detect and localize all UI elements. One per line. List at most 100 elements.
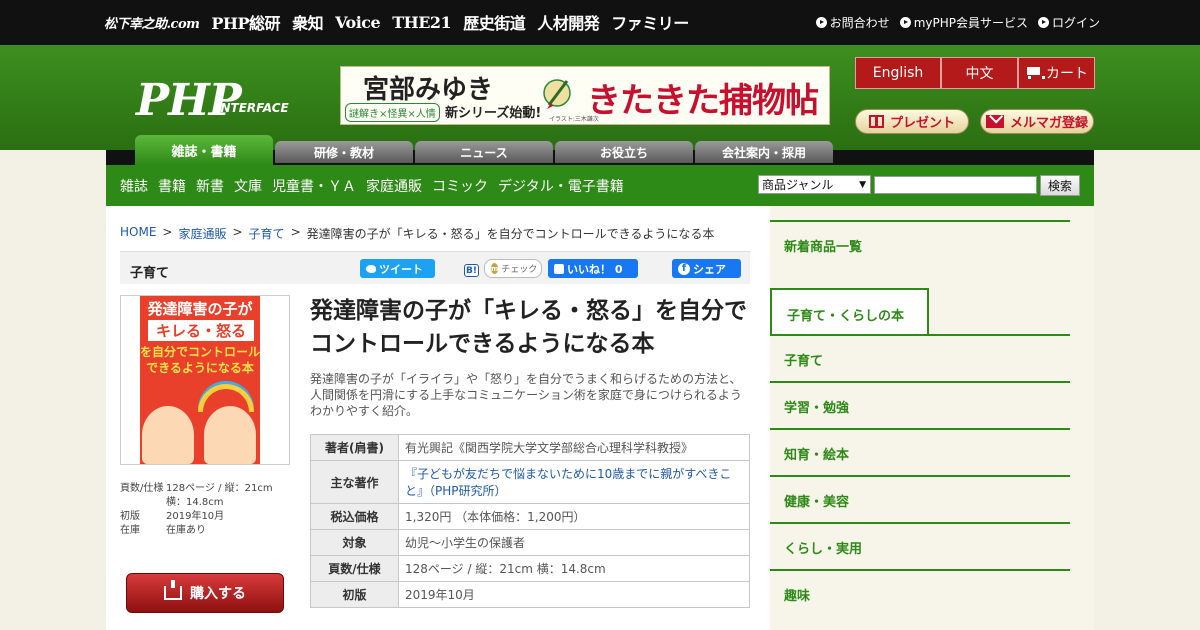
- english-button[interactable]: English: [855, 57, 941, 89]
- top-bar: 松下幸之助.com PHP総研 衆知 Voice THE21 歴史街道 人材開発…: [0, 0, 1200, 45]
- book-spec-table: 著者(肩書) 有光興記《関西学院大学文学部総合心理科学科教授》 主な著作 『子どもが…: [310, 434, 750, 608]
- facebook-like-button[interactable]: いいね！ 0: [548, 259, 638, 278]
- meta-pages: 頁数/仕様 128ページ / 縦：21cm 横：14.8cm: [120, 483, 273, 508]
- search-input[interactable]: [874, 176, 1037, 194]
- brand-link-php-soken[interactable]: PHP総研: [211, 10, 280, 34]
- subnav-books[interactable]: 書籍: [158, 176, 186, 196]
- cart-button[interactable]: カート: [1018, 57, 1095, 89]
- facebook-icon: f: [678, 262, 690, 275]
- meta-stock: 在庫 在庫あり: [120, 525, 206, 536]
- brand-link-jinzai[interactable]: 人材開発: [537, 10, 600, 34]
- tab-magazines-books[interactable]: 雑誌・書籍: [135, 135, 273, 165]
- subnav-children[interactable]: 児童書・ＹＡ: [272, 176, 356, 196]
- tab-news[interactable]: ニュース: [415, 141, 553, 163]
- contact-link[interactable]: お問合わせ: [815, 14, 890, 31]
- mailmag-button[interactable]: メルマガ登録: [980, 109, 1094, 134]
- main-page: 雑誌 書籍 新書 文庫 児童書・ＹＡ 家庭通販 コミック デジタル・電子書籍 商…: [106, 150, 1094, 630]
- logo-subtitle: INTERFACE: [216, 101, 289, 115]
- banner-author: 宮部みゆき: [363, 75, 494, 105]
- sidebar-parenting[interactable]: 子育て: [770, 334, 1070, 383]
- arrow-circle-icon: [815, 17, 827, 28]
- download-tray-icon: [164, 580, 182, 600]
- main-work-link[interactable]: 『子どもが友だちで悩まないために10歳までに親がすべきこと』（PHP研究所）: [405, 467, 731, 498]
- breadcrumb-home-shopping[interactable]: 家庭通販: [178, 225, 226, 242]
- category-bar: 子育て ツイート B! m チェック いいね！ 0 f シェア: [120, 251, 750, 284]
- meta-first-edition: 初版 2019年10月: [120, 511, 225, 522]
- brand-link-voice[interactable]: Voice: [335, 13, 381, 32]
- hatena-bookmark-button[interactable]: B!: [464, 264, 479, 277]
- brand-links: 松下幸之助.com PHP総研 衆知 Voice THE21 歴史街道 人材開発…: [104, 10, 689, 34]
- promo-banner[interactable]: 宮部みゆき 謎解き×怪異×人情 新シリーズ始動! きたきた捕物帖 イラスト:三木…: [340, 66, 830, 125]
- child-illustration-left: [142, 406, 194, 464]
- twitter-bird-icon: [366, 264, 376, 273]
- language-switcher: English 中文 カート: [855, 57, 1095, 89]
- breadcrumb-parenting[interactable]: 子育て: [249, 225, 285, 242]
- spec-row-works: 主な著作 『子どもが友だちで悩まないために10歳までに親がすべきこと』（PHP研究…: [310, 460, 750, 504]
- subnav-items: 雑誌 書籍 新書 文庫 児童書・ＹＡ 家庭通販 コミック デジタル・電子書籍: [120, 176, 624, 196]
- book-cover[interactable]: 発達障害の子が キレる・怒る を自分でコントロール できるようになる本: [120, 295, 290, 465]
- tweet-button[interactable]: ツイート: [360, 259, 435, 278]
- book-title: 発達障害の子が「キレる・怒る」を自分でコントロールできるようになる本: [310, 298, 747, 357]
- brand-link-the21[interactable]: THE21: [392, 13, 451, 32]
- gift-icon: [868, 115, 884, 128]
- search-button[interactable]: 検索: [1040, 175, 1080, 196]
- genre-select[interactable]: 商品ジャンル ▼: [758, 175, 871, 194]
- login-link[interactable]: ログイン: [1037, 14, 1100, 31]
- sidebar-category-selected[interactable]: 子育て・くらしの本: [770, 288, 929, 336]
- brand-link-shuchi[interactable]: 衆知: [292, 10, 324, 34]
- tab-company[interactable]: 会社案内・採用: [695, 141, 833, 163]
- book-cover-art: 発達障害の子が キレる・怒る を自分でコントロール できるようになる本: [140, 296, 260, 464]
- cart-icon: [1025, 67, 1045, 79]
- dropdown-arrow-icon: ▼: [859, 179, 866, 190]
- sidebar-hobby[interactable]: 趣味: [770, 569, 1070, 618]
- sub-navigation: 雑誌 書籍 新書 文庫 児童書・ＹＡ 家庭通販 コミック デジタル・電子書籍 商…: [106, 165, 1094, 206]
- buy-button[interactable]: 購入する: [126, 573, 284, 613]
- arrow-circle-icon: [899, 17, 911, 28]
- sidebar: 新着商品一覧 子育て・くらしの本 子育て 学習・勉強 知育・絵本 健康・美容 く…: [770, 206, 1094, 630]
- spec-row-author: 著者(肩書) 有光興記《関西学院大学文学部総合心理科学科教授》: [310, 434, 750, 461]
- main-tabs: 雑誌・書籍 研修・教材 ニュース お役立ち 会社案内・採用: [135, 135, 833, 165]
- utility-links: お問合わせ myPHP会員サービス ログイン: [815, 14, 1100, 31]
- sidebar-new-items[interactable]: 新着商品一覧: [770, 220, 1070, 269]
- subnav-bunko[interactable]: 文庫: [234, 176, 262, 196]
- brand-link-matsushita[interactable]: 松下幸之助.com: [104, 13, 200, 32]
- sidebar-picture-books[interactable]: 知育・絵本: [770, 428, 1070, 477]
- spec-row-first-edition: 初版 2019年10月: [310, 581, 750, 608]
- sidebar-study[interactable]: 学習・勉強: [770, 381, 1070, 430]
- mixi-icon: m: [491, 263, 499, 274]
- tab-training[interactable]: 研修・教材: [275, 141, 413, 163]
- breadcrumb-current: 発達障害の子が「キレる・怒る」を自分でコントロールできるようになる本: [306, 227, 715, 241]
- book-meta: 頁数/仕様 128ページ / 縦：21cm 横：14.8cm 初版 2019年10月…: [120, 482, 278, 538]
- subnav-magazine[interactable]: 雑誌: [120, 176, 148, 196]
- spec-row-pages: 頁数/仕様 128ページ / 縦：21cm 横：14.8cm: [310, 555, 750, 582]
- breadcrumb-home[interactable]: HOME: [120, 225, 156, 242]
- subnav-home-shopping[interactable]: 家庭通販: [366, 176, 422, 196]
- sidebar-lifestyle[interactable]: くらし・実用: [770, 522, 1070, 571]
- spec-row-price: 税込価格 1,320円 （本体価格：1,200円）: [310, 503, 750, 530]
- breadcrumb: HOME > 家庭通販 > 子育て > 発達障害の子が「キレる・怒る」を自分でコ…: [120, 225, 715, 242]
- brush-icon: [543, 79, 571, 109]
- thumbs-up-icon: [554, 263, 564, 274]
- subnav-digital[interactable]: デジタル・電子書籍: [498, 176, 624, 196]
- child-illustration-right: [204, 406, 256, 464]
- banner-credit: イラスト:三木謙次: [549, 116, 599, 123]
- present-button[interactable]: プレゼント: [855, 109, 969, 134]
- book-description: 発達障害の子が「イライラ」や「怒り」を自分でうまく和らげるための方法と、人間関係…: [310, 372, 742, 418]
- chinese-button[interactable]: 中文: [941, 57, 1018, 89]
- facebook-share-button[interactable]: f シェア: [672, 259, 741, 278]
- tab-useful[interactable]: お役立ち: [555, 141, 693, 163]
- mixi-check-button[interactable]: m チェック: [484, 259, 542, 278]
- category-label: 子育て: [130, 266, 170, 281]
- banner-tag: 謎解き×怪異×人情: [345, 103, 440, 122]
- banner-title: きたきた捕物帖: [587, 81, 819, 121]
- myphp-link[interactable]: myPHP会員サービス: [899, 14, 1028, 31]
- banner-tagline: 新シリーズ始動!: [445, 106, 542, 121]
- sidebar-health-beauty[interactable]: 健康・美容: [770, 475, 1070, 524]
- subnav-comic[interactable]: コミック: [432, 176, 488, 196]
- arrow-circle-icon: [1037, 17, 1049, 28]
- spec-row-audience: 対象 幼児～小学生の保護者: [310, 529, 750, 556]
- brand-link-family[interactable]: ファミリー: [611, 10, 689, 34]
- subnav-shinsho[interactable]: 新書: [196, 176, 224, 196]
- mail-icon: [985, 115, 1004, 128]
- brand-link-rekishi[interactable]: 歴史街道: [463, 10, 526, 34]
